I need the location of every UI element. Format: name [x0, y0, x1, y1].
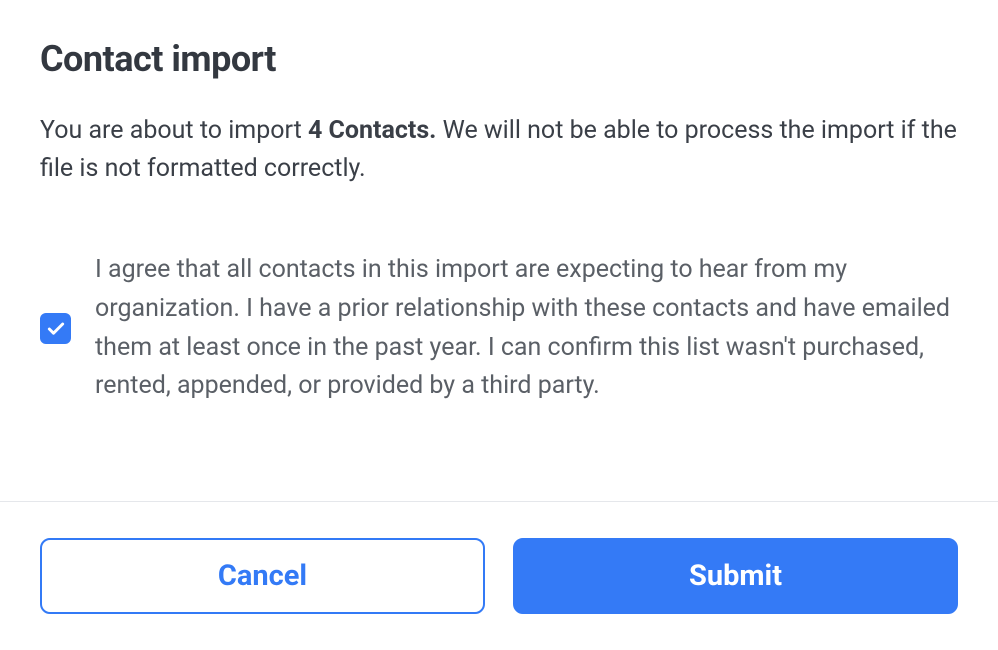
check-icon [46, 319, 66, 339]
cancel-button[interactable]: Cancel [40, 538, 485, 614]
consent-text: I agree that all contacts in this import… [95, 251, 958, 406]
consent-row: I agree that all contacts in this import… [40, 251, 958, 406]
description-prefix: You are about to import [40, 116, 308, 145]
submit-button[interactable]: Submit [513, 538, 958, 614]
description-count: 4 Contacts. [308, 116, 436, 145]
dialog-footer: Cancel Submit [0, 501, 998, 650]
dialog-title: Contact import [40, 38, 958, 80]
contact-import-dialog: Contact import You are about to import 4… [0, 0, 998, 650]
dialog-content: Contact import You are about to import 4… [0, 0, 998, 501]
consent-checkbox[interactable] [40, 313, 71, 344]
dialog-description: You are about to import 4 Contacts. We w… [40, 112, 958, 187]
